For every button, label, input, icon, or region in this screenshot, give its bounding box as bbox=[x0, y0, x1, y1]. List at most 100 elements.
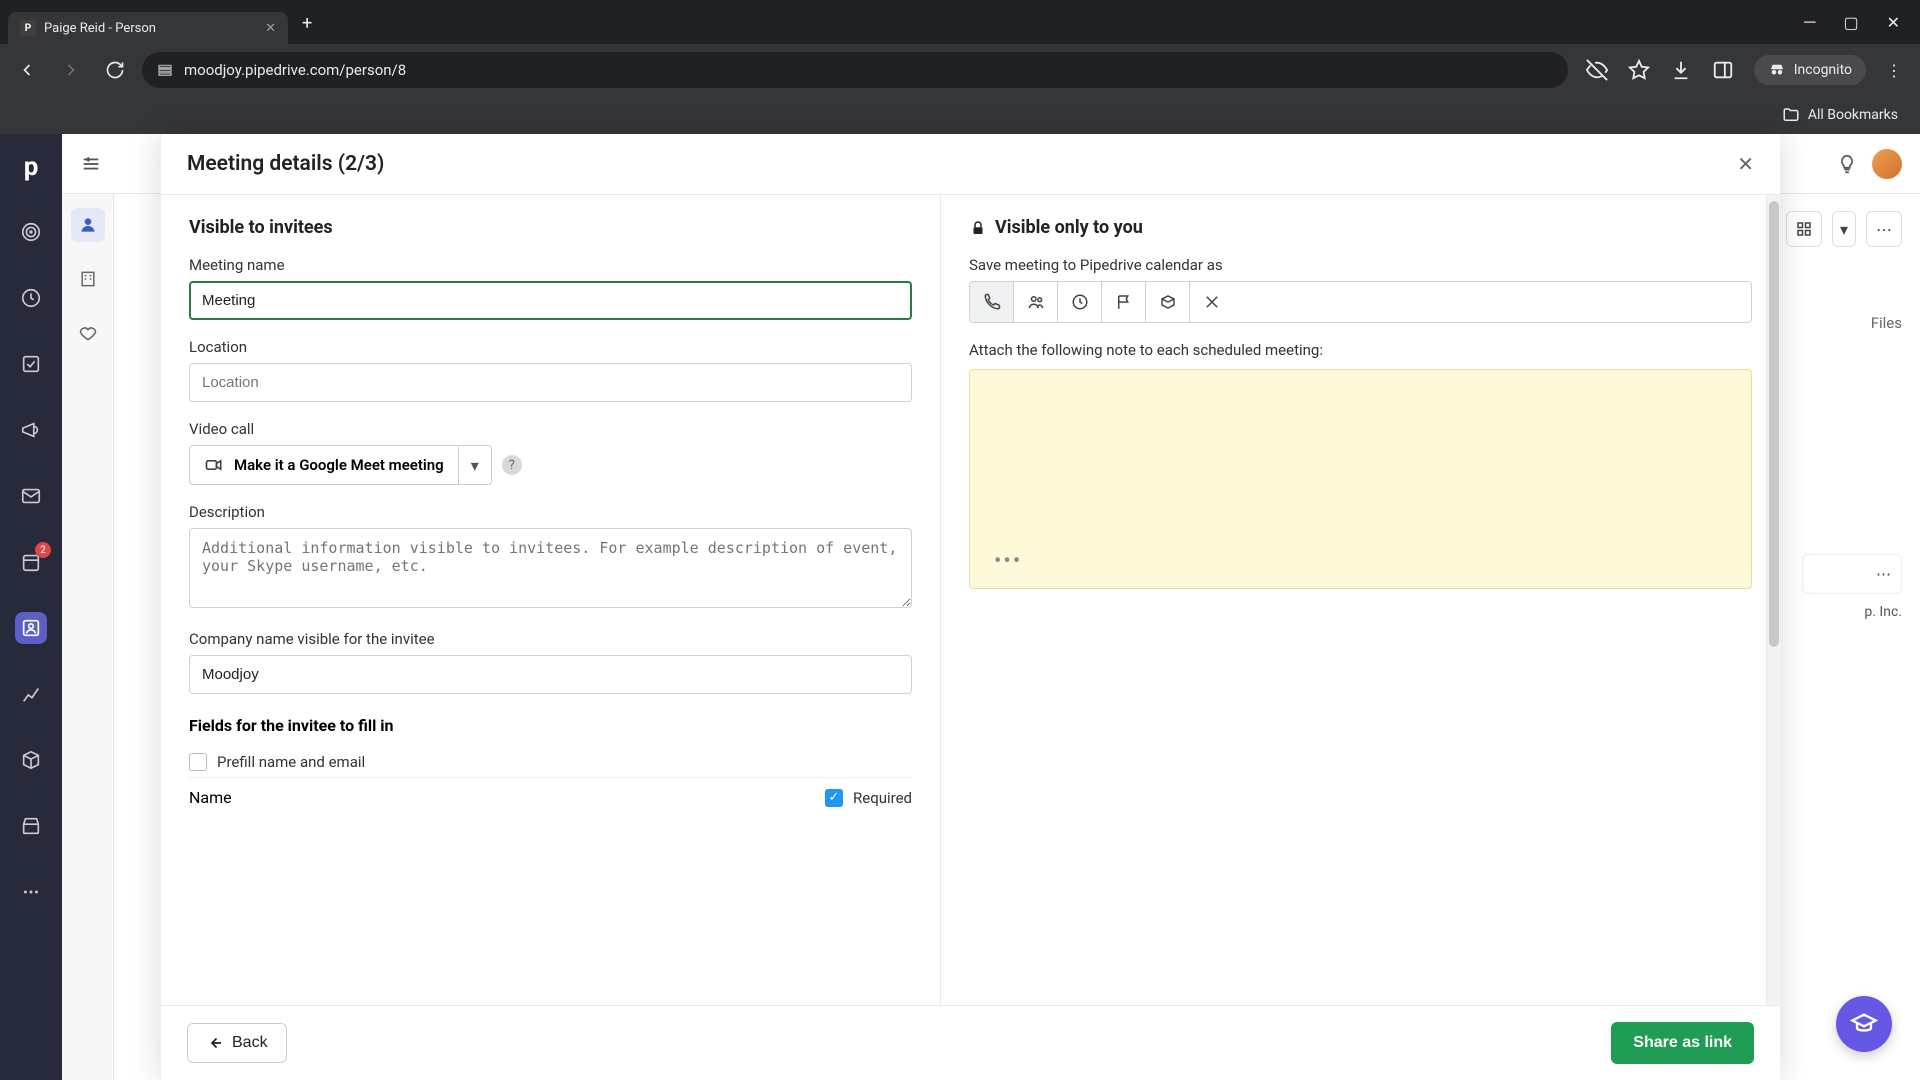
star-icon[interactable] bbox=[1628, 59, 1650, 81]
browser-tab[interactable]: P Paige Reid - Person ✕ bbox=[8, 12, 288, 44]
grid-view-button[interactable] bbox=[1786, 211, 1822, 247]
help-icon[interactable]: ? bbox=[502, 455, 522, 475]
name-field-row: Name ✓ Required bbox=[189, 777, 912, 817]
close-tab-icon[interactable]: ✕ bbox=[265, 21, 276, 36]
visible-only-to-you-heading: Visible only to you bbox=[969, 217, 1752, 238]
modal-footer: Back Share as link bbox=[161, 1005, 1780, 1080]
browser-tabs-bar: P Paige Reid - Person ✕ + ─ ▢ ✕ bbox=[0, 0, 1920, 44]
checkbox-checked-icon[interactable]: ✓ bbox=[825, 789, 843, 807]
app-sidebar: p 2 bbox=[0, 134, 62, 1080]
notification-badge: 2 bbox=[35, 542, 51, 558]
megaphone-icon[interactable] bbox=[15, 414, 47, 446]
graduation-cap-icon bbox=[1850, 1010, 1878, 1038]
close-icon[interactable]: ✕ bbox=[1737, 152, 1754, 176]
share-as-link-button[interactable]: Share as link bbox=[1611, 1022, 1754, 1064]
bg-tab-files[interactable]: Files bbox=[1871, 314, 1902, 332]
reload-icon[interactable] bbox=[98, 53, 132, 87]
back-icon[interactable] bbox=[10, 53, 44, 87]
address-bar[interactable]: moodjoy.pipedrive.com/person/8 bbox=[142, 52, 1568, 88]
kebab-menu-icon[interactable]: ⋮ bbox=[1886, 61, 1902, 80]
calendar-icon[interactable]: 2 bbox=[15, 546, 47, 578]
checkbox-unchecked-icon[interactable] bbox=[189, 753, 207, 771]
dropdown-caret-button[interactable]: ▾ bbox=[1832, 211, 1856, 247]
heart-icon[interactable] bbox=[71, 316, 105, 350]
attach-note-label: Attach the following note to each schedu… bbox=[969, 341, 1752, 359]
meeting-details-modal: Meeting details (2/3) ✕ Visible to invit… bbox=[160, 134, 1780, 1080]
company-name-input[interactable] bbox=[189, 655, 912, 694]
bookmarks-bar: All Bookmarks bbox=[0, 96, 1920, 134]
tab-title: Paige Reid - Person bbox=[44, 21, 156, 36]
description-textarea[interactable] bbox=[189, 528, 912, 608]
required-label: Required bbox=[853, 789, 912, 807]
folder-icon bbox=[1782, 106, 1800, 124]
sidepanel-icon[interactable] bbox=[1712, 59, 1734, 81]
meeting-name-label: Meeting name bbox=[189, 256, 912, 274]
company-visible-label: Company name visible for the invitee bbox=[189, 630, 912, 648]
more-options-button[interactable]: ⋯ bbox=[1866, 211, 1902, 247]
eye-off-icon[interactable] bbox=[1586, 59, 1608, 81]
building-icon[interactable] bbox=[71, 262, 105, 296]
description-label: Description bbox=[189, 503, 912, 521]
collapse-menu-icon[interactable] bbox=[80, 153, 102, 175]
minimize-icon[interactable]: ─ bbox=[1804, 12, 1815, 32]
url-text: moodjoy.pipedrive.com/person/8 bbox=[184, 61, 406, 79]
pipedrive-logo-icon[interactable]: p bbox=[24, 152, 39, 182]
video-call-label: Video call bbox=[189, 420, 912, 438]
contacts-icon[interactable] bbox=[15, 612, 47, 644]
lightbulb-icon[interactable] bbox=[1836, 153, 1858, 175]
lock-icon bbox=[969, 219, 987, 237]
bg-card-more[interactable]: ⋯ bbox=[1802, 554, 1902, 594]
call-type-button[interactable] bbox=[970, 282, 1014, 322]
invitee-fields-heading: Fields for the invitee to fill in bbox=[189, 716, 912, 735]
marketplace-icon[interactable] bbox=[15, 810, 47, 842]
name-field-label: Name bbox=[189, 788, 232, 807]
new-tab-button[interactable]: + bbox=[288, 3, 326, 44]
visible-only-text: Visible only to you bbox=[995, 217, 1143, 238]
more-icon[interactable] bbox=[15, 876, 47, 908]
save-calendar-label: Save meeting to Pipedrive calendar as bbox=[969, 256, 1752, 274]
location-input[interactable] bbox=[189, 363, 912, 402]
visible-to-invitees-heading: Visible to invitees bbox=[189, 217, 912, 238]
close-window-icon[interactable]: ✕ bbox=[1887, 13, 1900, 32]
browser-toolbar: moodjoy.pipedrive.com/person/8 Incognito… bbox=[0, 44, 1920, 96]
arrow-left-icon bbox=[206, 1034, 224, 1052]
scrollbar[interactable] bbox=[1766, 195, 1780, 1005]
task-type-button[interactable] bbox=[1058, 282, 1102, 322]
avatar[interactable] bbox=[1872, 149, 1902, 179]
mail-icon[interactable] bbox=[15, 480, 47, 512]
help-fab[interactable] bbox=[1836, 996, 1892, 1052]
deadline-type-button[interactable] bbox=[1102, 282, 1146, 322]
site-settings-icon[interactable] bbox=[156, 61, 174, 79]
video-call-button[interactable]: Make it a Google Meet meeting ▾ bbox=[189, 445, 492, 485]
email-type-button[interactable] bbox=[1146, 282, 1190, 322]
modal-left-panel: Visible to invitees Meeting name Locatio… bbox=[161, 195, 941, 1005]
lunch-type-button[interactable] bbox=[1190, 282, 1234, 322]
bg-org-text: p. Inc. bbox=[1802, 604, 1902, 620]
modal-header: Meeting details (2/3) ✕ bbox=[161, 134, 1780, 195]
prefill-checkbox-row[interactable]: Prefill name and email bbox=[189, 747, 912, 777]
note-textarea[interactable]: ••• bbox=[969, 369, 1752, 589]
chevron-down-icon[interactable]: ▾ bbox=[458, 447, 491, 484]
clock-icon[interactable] bbox=[15, 282, 47, 314]
scrollbar-thumb[interactable] bbox=[1769, 201, 1779, 647]
meeting-type-button[interactable] bbox=[1014, 282, 1058, 322]
incognito-icon bbox=[1768, 61, 1786, 79]
back-button[interactable]: Back bbox=[187, 1023, 287, 1063]
ellipsis-icon[interactable]: ••• bbox=[994, 549, 1022, 574]
persona-strip bbox=[62, 194, 114, 1080]
meeting-name-input[interactable] bbox=[189, 281, 912, 320]
maximize-icon[interactable]: ▢ bbox=[1843, 13, 1858, 32]
window-controls: ─ ▢ ✕ bbox=[1804, 0, 1920, 44]
modal-title: Meeting details (2/3) bbox=[187, 152, 384, 176]
app-area: p 2 ▾ ⋯ Files ⋯ bbox=[0, 134, 1920, 1080]
package-icon[interactable] bbox=[15, 744, 47, 776]
download-icon[interactable] bbox=[1670, 59, 1692, 81]
all-bookmarks-button[interactable]: All Bookmarks bbox=[1808, 107, 1898, 123]
incognito-badge[interactable]: Incognito bbox=[1754, 55, 1866, 85]
person-icon[interactable] bbox=[71, 208, 105, 242]
prefill-label: Prefill name and email bbox=[217, 753, 365, 771]
check-square-icon[interactable] bbox=[15, 348, 47, 380]
chart-icon[interactable] bbox=[15, 678, 47, 710]
target-icon[interactable] bbox=[15, 216, 47, 248]
modal-right-panel: Visible only to you Save meeting to Pipe… bbox=[941, 195, 1780, 1005]
